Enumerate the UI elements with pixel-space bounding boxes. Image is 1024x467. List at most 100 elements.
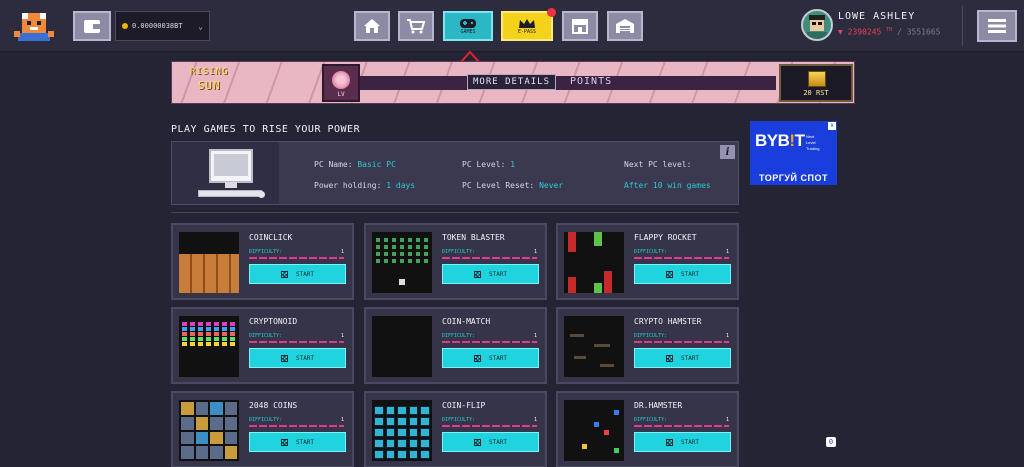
more-details-button[interactable]: MORE DETAILS bbox=[467, 74, 557, 90]
pc-level-label: PC Level: bbox=[462, 160, 506, 169]
pc-level-value: 1 bbox=[510, 160, 516, 169]
game-card: TOKEN BLASTER DIFFICULTY: 1 START bbox=[364, 223, 547, 300]
rollercoin-logo-icon[interactable] bbox=[14, 9, 54, 43]
difficulty-label: DIFFICULTY: bbox=[634, 249, 668, 255]
mouse-icon bbox=[258, 191, 265, 198]
menu-button[interactable] bbox=[977, 10, 1017, 42]
start-label: START bbox=[680, 270, 700, 278]
game-name: TOKEN BLASTER bbox=[442, 233, 505, 242]
game-name: 2048 COINS bbox=[249, 401, 298, 410]
flag-icon bbox=[280, 438, 288, 446]
game-thumbnail bbox=[372, 400, 432, 461]
flag-icon bbox=[280, 270, 288, 278]
flag-icon bbox=[665, 354, 673, 362]
reward-box: 20 RST bbox=[779, 64, 853, 102]
wallet-button[interactable] bbox=[73, 11, 111, 41]
pc-name: PC Name: Basic PC bbox=[314, 160, 396, 169]
advertisement[interactable]: BYB!T Next Level Trading ТОРГУЙ СПОТ x bbox=[750, 121, 837, 185]
flag-icon bbox=[665, 270, 673, 278]
difficulty-bar bbox=[442, 257, 537, 259]
game-card: DR.HAMSTER DIFFICULTY: 1 START bbox=[556, 391, 739, 467]
balance-value: 0.00000038BT bbox=[132, 22, 183, 30]
start-button[interactable]: START bbox=[249, 264, 346, 284]
pc-image bbox=[172, 142, 279, 204]
difficulty-label: DIFFICULTY: bbox=[442, 333, 476, 339]
difficulty-label: DIFFICULTY: bbox=[634, 417, 668, 423]
difficulty-bar bbox=[634, 341, 729, 343]
pc-info-panel: PC Name: Basic PC Power holding: 1 days … bbox=[171, 141, 739, 205]
start-button[interactable]: START bbox=[442, 348, 539, 368]
difficulty-label: DIFFICULTY: bbox=[442, 417, 476, 423]
points-label: POINTS bbox=[570, 76, 613, 87]
start-button[interactable]: START bbox=[249, 432, 346, 452]
game-name: COIN-FLIP bbox=[442, 401, 486, 410]
start-label: START bbox=[488, 354, 508, 362]
difficulty-value: 1 bbox=[725, 333, 729, 339]
nav-shop-button[interactable] bbox=[398, 11, 434, 41]
next-pc-level-value: After 10 win games bbox=[624, 181, 711, 190]
power-max: / 3551665 bbox=[897, 27, 941, 37]
start-label: START bbox=[680, 354, 700, 362]
game-card: 2048 COINS DIFFICULTY: 1 START bbox=[171, 391, 354, 467]
game-thumbnail bbox=[564, 232, 624, 293]
start-label: START bbox=[295, 270, 315, 278]
event-banner[interactable]: RISING SUN LV POINTS MORE DETAILS 20 RST bbox=[171, 61, 855, 104]
nav-store-button[interactable] bbox=[562, 11, 598, 41]
difficulty-bar bbox=[249, 341, 344, 343]
balance-selector[interactable]: 0.00000038BT ⌄ bbox=[115, 11, 210, 41]
difficulty-value: 1 bbox=[340, 249, 344, 255]
start-button[interactable]: START bbox=[442, 264, 539, 284]
nav-epass-label: E-PASS bbox=[517, 28, 537, 35]
nav-epass-button[interactable]: E-PASS bbox=[501, 8, 556, 41]
nav-games-button[interactable]: GAMES bbox=[443, 11, 493, 41]
start-label: START bbox=[488, 270, 508, 278]
start-button[interactable]: START bbox=[634, 348, 731, 368]
pc-name-label: PC Name: bbox=[314, 160, 353, 169]
start-button[interactable]: START bbox=[249, 348, 346, 368]
start-button[interactable]: START bbox=[634, 264, 731, 284]
difficulty-bar bbox=[634, 257, 729, 259]
difficulty-value: 1 bbox=[533, 249, 537, 255]
cart-icon bbox=[407, 19, 426, 34]
hamburger-icon bbox=[988, 19, 1006, 33]
game-card: FLAPPY ROCKET DIFFICULTY: 1 START bbox=[556, 223, 739, 300]
flag-icon bbox=[473, 270, 481, 278]
nav-games-label: GAMES bbox=[460, 28, 476, 35]
nav-home-button[interactable] bbox=[354, 11, 390, 41]
difficulty-value: 1 bbox=[725, 417, 729, 423]
keyboard-icon bbox=[198, 190, 262, 197]
user-avatar-icon bbox=[807, 15, 827, 39]
game-thumbnail bbox=[179, 232, 239, 293]
avatar[interactable] bbox=[801, 9, 833, 41]
difficulty-label: DIFFICULTY: bbox=[249, 417, 283, 423]
game-thumbnail bbox=[179, 316, 239, 377]
start-button[interactable]: START bbox=[634, 432, 731, 452]
pc-level-reset-label: PC Level Reset: bbox=[462, 181, 535, 190]
difficulty-label: DIFFICULTY: bbox=[634, 333, 668, 339]
pc-level: PC Level: 1 bbox=[462, 160, 515, 169]
info-button[interactable]: i bbox=[720, 145, 735, 159]
ad-close-icon[interactable]: x bbox=[828, 122, 836, 130]
coin-stack-icon bbox=[808, 71, 826, 87]
power-holding: Power holding: 1 days bbox=[314, 181, 415, 190]
coin-icon bbox=[122, 23, 128, 29]
power-value: 2390245 bbox=[847, 27, 882, 37]
power-arrow-icon: ▼ bbox=[838, 27, 843, 37]
event-title: RISING SUN bbox=[190, 66, 229, 92]
divider bbox=[962, 6, 963, 46]
power-holding-value: 1 days bbox=[386, 181, 416, 190]
ad-tagline: Next Level Trading bbox=[806, 134, 820, 151]
game-card: COIN-FLIP DIFFICULTY: 1 START bbox=[364, 391, 547, 467]
widget-button[interactable]: 0 bbox=[826, 437, 836, 447]
game-name: COIN-MATCH bbox=[442, 317, 491, 326]
power-holding-label: Power holding: bbox=[314, 181, 382, 190]
nav-garage-button[interactable] bbox=[607, 11, 643, 41]
username[interactable]: LOWE ASHLEY bbox=[838, 11, 915, 22]
difficulty-label: DIFFICULTY: bbox=[249, 249, 283, 255]
game-thumbnail bbox=[179, 400, 239, 461]
difficulty-bar bbox=[442, 341, 537, 343]
ad-cta: ТОРГУЙ СПОТ bbox=[759, 173, 828, 183]
game-thumbnail bbox=[372, 316, 432, 377]
garage-icon bbox=[616, 19, 634, 33]
start-button[interactable]: START bbox=[442, 432, 539, 452]
